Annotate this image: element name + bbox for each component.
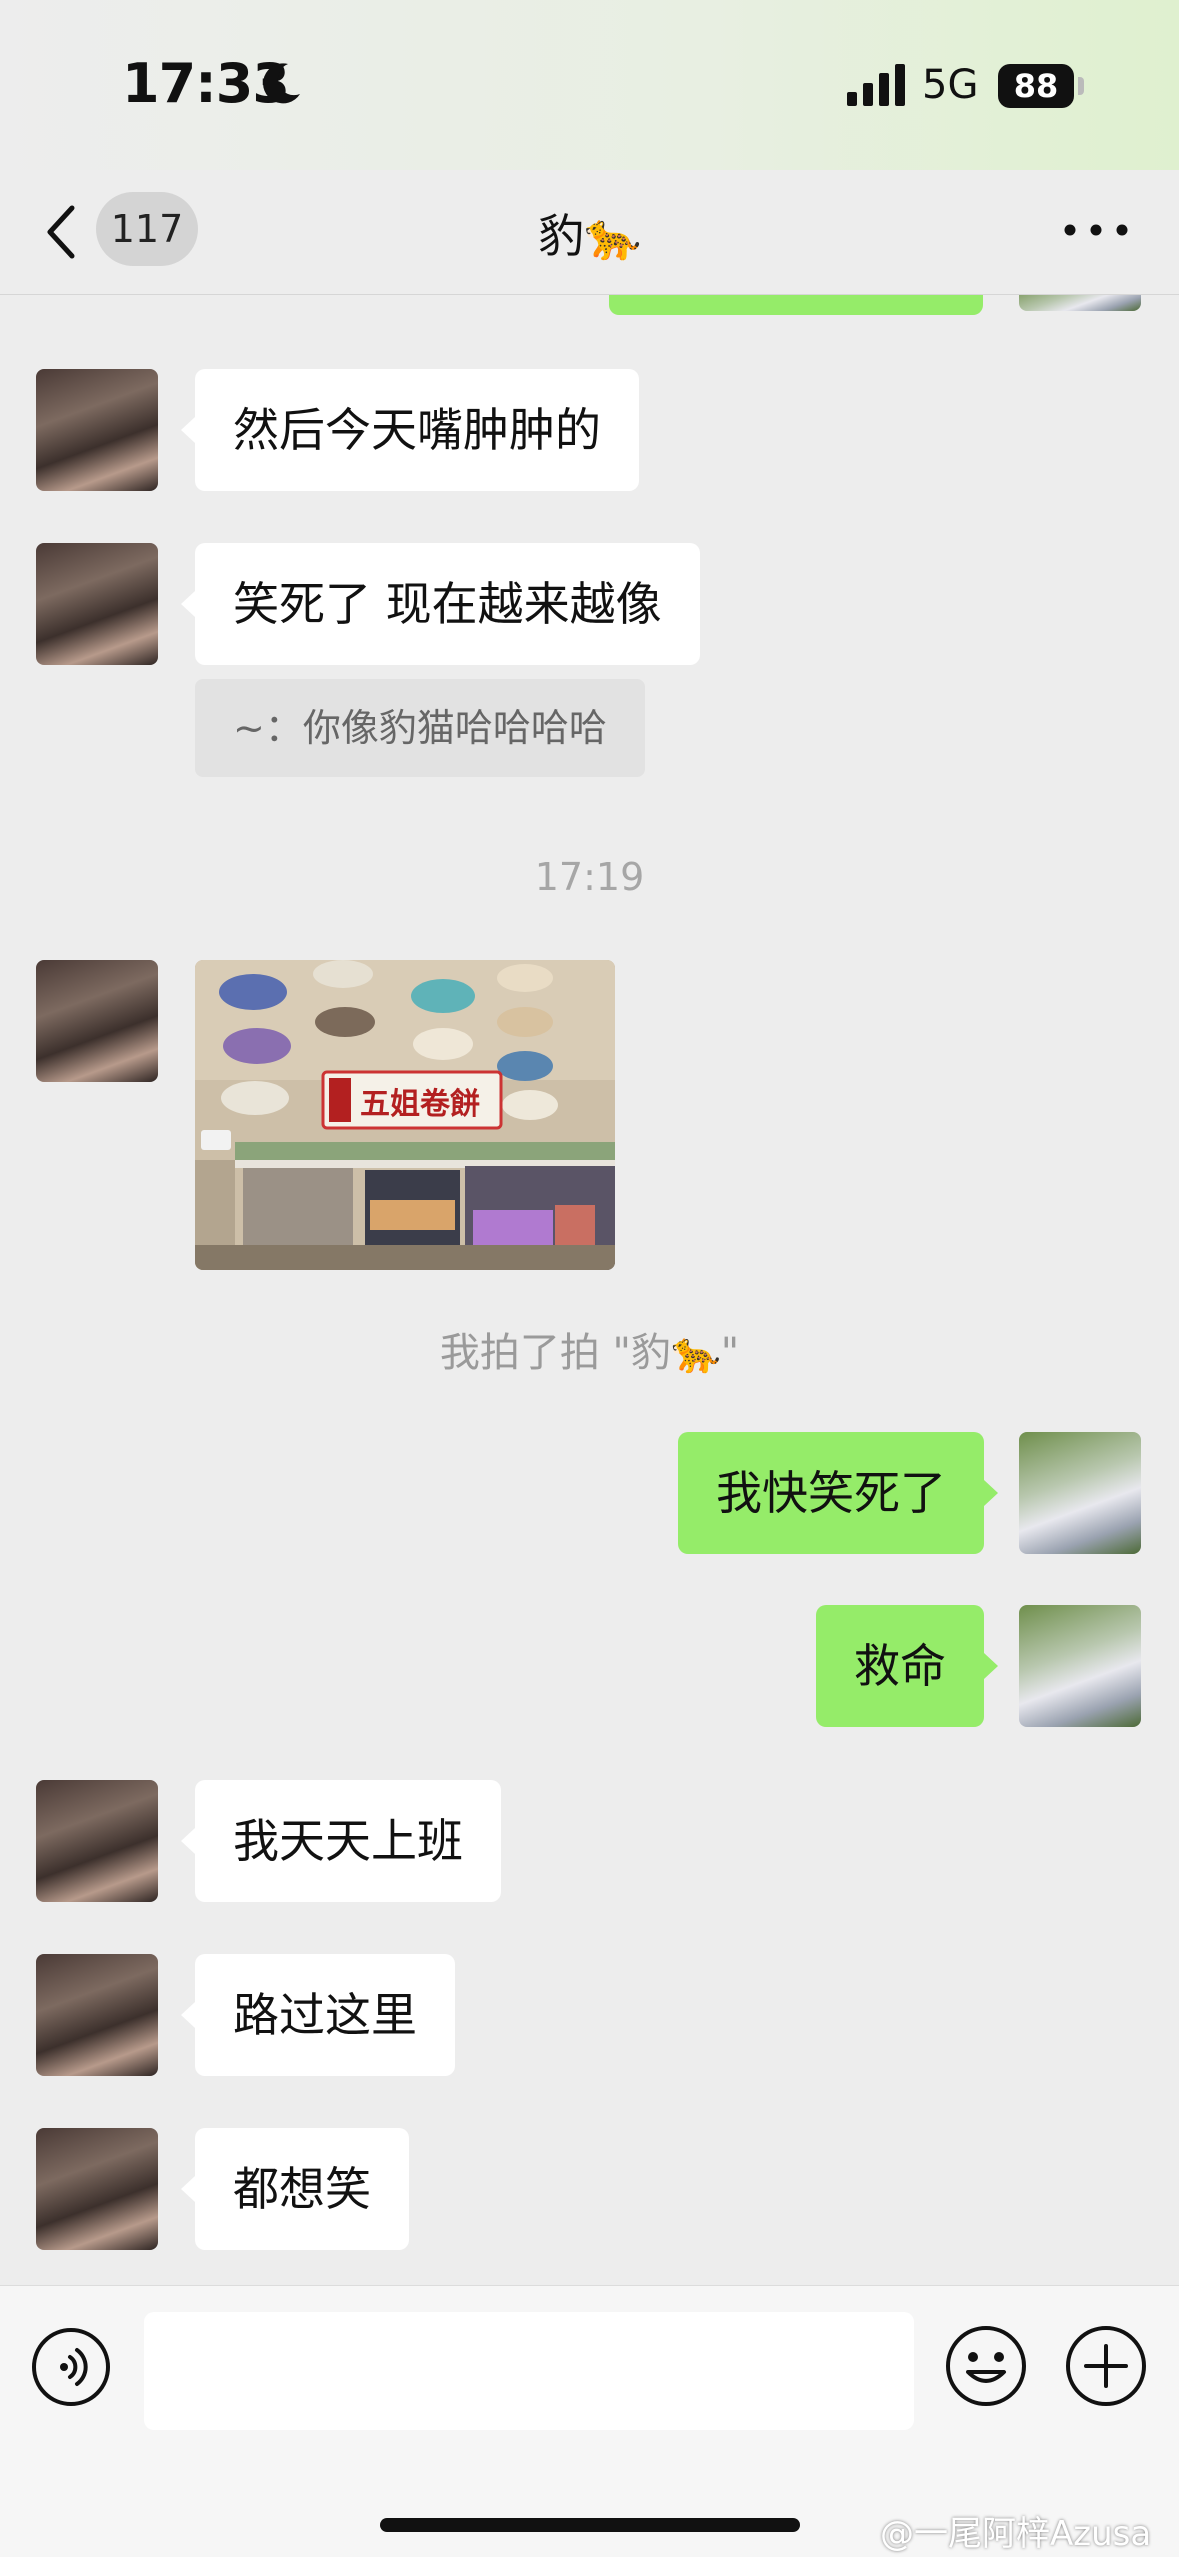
self-avatar[interactable] [1019,1432,1141,1554]
moon-icon [263,63,300,104]
unread-count-badge[interactable]: 117 [96,192,198,266]
contact-avatar[interactable] [36,1954,158,2076]
contact-avatar[interactable] [36,369,158,491]
signal-icon [847,64,905,106]
incoming-message[interactable]: 我天天上班 [181,1780,501,1902]
emoji-icon[interactable] [944,2324,1028,2408]
quoted-reply[interactable]: ~：你像豹猫哈哈哈哈 [195,679,645,777]
incoming-message[interactable]: 然后今天嘴肿肿的 [181,369,639,491]
image-message[interactable]: 五姐卷餅 [195,960,615,1270]
more-icon[interactable] [1060,220,1132,240]
voice-icon[interactable] [30,2326,112,2408]
message-timestamp: 17:19 [534,855,645,899]
message-input[interactable] [144,2312,914,2430]
outgoing-message[interactable]: 救命 [816,1605,998,1727]
shop-sign: 五姐卷餅 [360,1087,480,1122]
contact-avatar[interactable] [36,1780,158,1902]
incoming-message[interactable]: 笑死了 现在越来越像 [181,543,700,665]
home-indicator[interactable] [380,2518,800,2532]
status-bar: 17:33 5G 88 [0,0,1179,170]
back-icon[interactable] [42,202,82,262]
incoming-message[interactable]: 路过这里 [181,1954,455,2076]
incoming-message[interactable]: 都想笑 [181,2128,409,2250]
watermark: @一尾阿梓Azusa [880,2514,1152,2554]
previous-out-bubble-edge [609,295,983,315]
network-label: 5G [922,62,979,108]
chat-title: 豹🐆 [538,209,642,263]
self-avatar-partial [1019,295,1141,311]
battery-indicator: 88 [998,64,1074,108]
storefront-photo: 五姐卷餅 [195,960,615,1270]
message-list[interactable]: 然后今天嘴肿肿的 笑死了 现在越来越像 ~：你像豹猫哈哈哈哈 17:19 五姐卷… [0,295,1179,2285]
contact-avatar[interactable] [36,543,158,665]
battery-cap [1078,77,1084,95]
self-avatar[interactable] [1019,1605,1141,1727]
plus-icon[interactable] [1064,2324,1148,2408]
chat-header: 117 豹🐆 [0,170,1179,295]
pat-system-message: 我拍了拍 "豹🐆" [439,1330,740,1376]
contact-avatar[interactable] [36,960,158,1082]
outgoing-message[interactable]: 我快笑死了 [678,1432,998,1554]
contact-avatar[interactable] [36,2128,158,2250]
